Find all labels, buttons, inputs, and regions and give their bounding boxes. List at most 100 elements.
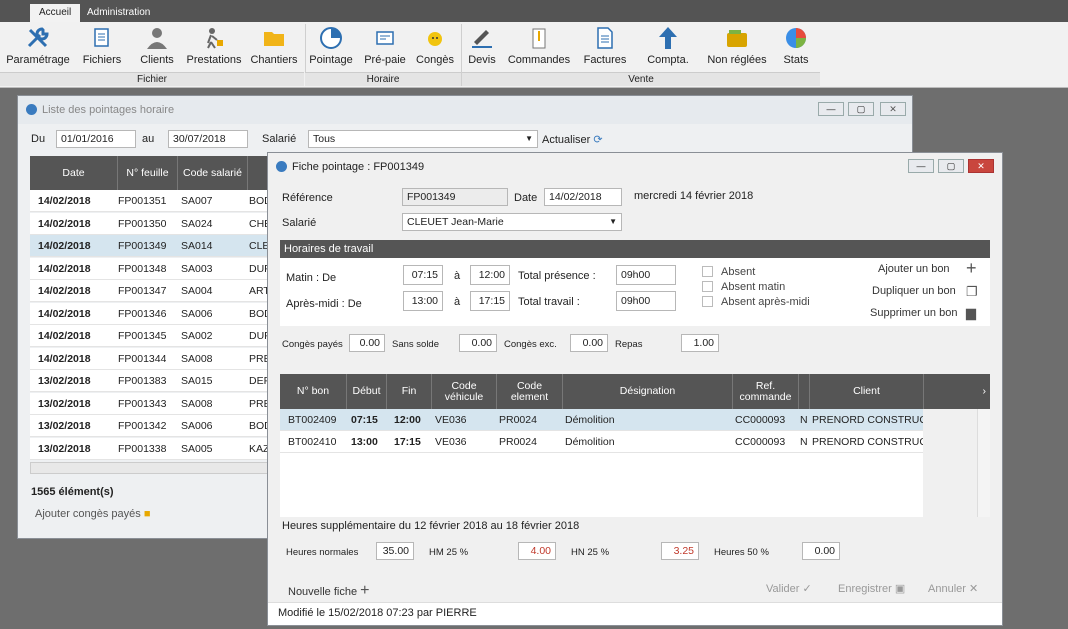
col-debut[interactable]: Début [347,374,387,409]
valider-button[interactable]: Valider ✓ [766,582,812,595]
table-cell: DEF [249,375,268,387]
invoice-icon [597,27,613,49]
matin-to-field[interactable]: 12:00 [470,265,510,285]
prestations-button[interactable]: Prestations [184,26,244,74]
stats-button[interactable]: Stats [780,26,812,74]
table-row[interactable]: 14/02/2018 FP001346 SA006 BOD [30,302,268,325]
annuler-button[interactable]: Annuler ✕ [928,582,978,595]
plus-icon[interactable]: + [966,258,977,279]
add-bon-button[interactable]: Ajouter un bon [878,263,950,275]
hn25-label: HN 25 % [571,547,610,558]
commandes-button[interactable]: Commandes [506,26,572,74]
nouvelle-fiche-button[interactable]: Nouvelle fiche + [288,582,370,600]
col-code-element[interactable]: Code element [497,374,563,409]
hm25-field[interactable]: 4.00 [518,542,556,560]
salarie-select[interactable]: Tous ▼ [308,130,538,148]
pointage-button[interactable]: Pointage [308,26,354,74]
non-reglees-button[interactable]: Non réglées [704,26,770,74]
factures-button[interactable]: Factures [582,26,628,74]
devis-button[interactable]: Devis [464,26,500,74]
col-n[interactable] [799,374,810,409]
trash-icon[interactable]: ▆ [966,305,976,321]
col-feuille[interactable]: N° feuille [118,156,178,190]
date-to-field[interactable]: 30/07/2018 [168,130,248,148]
maximize-button[interactable]: ▢ [938,159,964,173]
col-code-vehicule[interactable]: Code véhicule [432,374,497,409]
fichiers-button[interactable]: Fichiers [80,26,124,74]
table-row[interactable]: 14/02/2018 FP001351 SA007 BOD [30,190,268,212]
conges-payes-field[interactable]: 0.00 [349,334,385,352]
matin-from-field[interactable]: 07:15 [403,265,443,285]
aprem-from-field[interactable]: 13:00 [403,291,443,311]
chantiers-button[interactable]: Chantiers [248,26,300,74]
conges-exc-field[interactable]: 0.00 [570,334,608,352]
chevron-down-icon: ▼ [525,134,533,143]
table-row[interactable]: 14/02/2018 FP001348 SA003 DUF [30,257,268,280]
fichiers-label: Fichiers [82,54,122,66]
refresh-button[interactable]: Actualiser ⟳ [542,133,603,146]
maximize-button[interactable]: ▢ [848,102,874,116]
wallet-icon [727,30,747,47]
col-designation[interactable]: Désignation [563,374,733,409]
del-bon-button[interactable]: Supprimer un bon [870,307,957,319]
conges-button[interactable]: Congès [414,26,456,74]
absent-matin-checkbox[interactable] [702,281,713,292]
clock-icon [26,104,37,115]
table-row[interactable]: 14/02/2018 FP001349 SA014 CLE [30,235,268,257]
ref-field[interactable]: FP001349 [402,188,508,206]
table-row[interactable]: 14/02/2018 FP001350 SA024 CHE [30,212,268,235]
h-normales-field[interactable]: 35.00 [376,542,414,560]
smiley-icon [428,32,442,46]
scroll-right-icon[interactable]: › [924,374,990,409]
tab-accueil[interactable]: Accueil [30,4,81,22]
close-button[interactable]: ✕ [968,159,994,173]
hn25-field[interactable]: 3.25 [661,542,699,560]
table-row[interactable]: 14/02/2018 FP001344 SA008 PRE [30,347,268,370]
col-code-salarie[interactable]: Code salarié [178,156,248,190]
col-date[interactable]: Date [30,156,118,190]
salarie-value: Tous [313,133,336,145]
total-travail-field[interactable]: 09h00 [616,291,676,311]
col-client[interactable]: Client [810,374,924,409]
compta-button[interactable]: Compta. [644,26,692,74]
total-presence-field[interactable]: 09h00 [616,265,676,285]
dup-bon-button[interactable]: Dupliquer un bon [872,285,956,297]
enregistrer-button[interactable]: Enregistrer ▣ [838,582,905,595]
date-from-field[interactable]: 01/01/2016 [56,130,136,148]
tab-administration[interactable]: Administration [78,4,159,22]
add-conges-button[interactable]: Ajouter congès payés ■ [35,508,151,520]
table-row[interactable]: 14/02/2018 FP001345 SA002 DUF [30,325,268,347]
heures50-field[interactable]: 0.00 [802,542,840,560]
close-button[interactable]: ✕ [880,102,906,116]
table-cell: FP001342 [118,420,167,432]
pre-paie-button[interactable]: Pré-paie [362,26,408,74]
table-row[interactable]: BT002409 07:15 12:00 VE036 PR0024 Démolition C… [280,409,923,431]
minimize-button[interactable]: — [818,102,844,116]
absent-checkbox[interactable] [702,266,713,277]
copy-icon[interactable]: ❐ [966,284,978,300]
parametrage-button[interactable]: Paramétrage [4,26,72,74]
table-row[interactable]: 13/02/2018 FP001338 SA005 KAZ [30,437,268,460]
table-row[interactable]: 13/02/2018 FP001383 SA015 DEF [30,370,268,392]
horizontal-scrollbar[interactable] [30,462,268,474]
table-row[interactable]: BT002410 13:00 17:15 VE036 PR0024 Démolition C… [280,431,923,453]
col-fin[interactable]: Fin [387,374,432,409]
nouvelle-fiche-label: Nouvelle fiche [288,586,358,598]
table-cell: SA024 [181,217,213,230]
absent-aprem-checkbox[interactable] [702,296,713,307]
clients-button[interactable]: Clients [136,26,178,74]
date-field[interactable]: 14/02/2018 [544,188,622,206]
vertical-scrollbar[interactable] [977,409,990,517]
table-row[interactable]: 13/02/2018 FP001343 SA008 PRE [30,392,268,415]
table-row[interactable]: 13/02/2018 FP001342 SA006 BOD [30,415,268,437]
repas-field[interactable]: 1.00 [681,334,719,352]
sans-solde-field[interactable]: 0.00 [459,334,497,352]
minimize-button[interactable]: — [908,159,934,173]
aprem-to-field[interactable]: 17:15 [470,291,510,311]
salarie-select[interactable]: CLEUET Jean-Marie ▼ [402,213,622,231]
absent-aprem-label: Absent après-midi [721,296,810,308]
table-row[interactable]: 14/02/2018 FP001347 SA004 ART [30,280,268,302]
files-icon [94,28,109,47]
col-ref-commande[interactable]: Ref. commande [733,374,799,409]
col-n-bon[interactable]: N° bon [280,374,347,409]
